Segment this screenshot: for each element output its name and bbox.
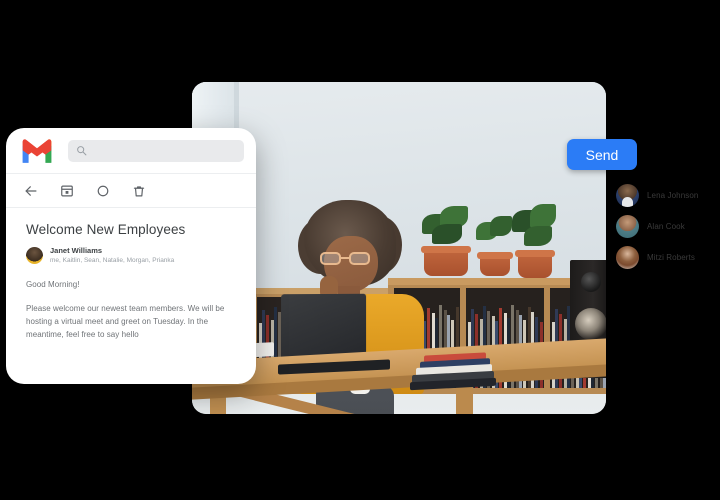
trash-icon[interactable] xyxy=(132,184,146,198)
email-paragraph: Please welcome our newest team members. … xyxy=(26,304,225,340)
circle-icon[interactable] xyxy=(96,184,110,198)
email-paragraph: Good Morning! xyxy=(26,280,80,290)
plant-pot xyxy=(421,246,471,276)
sender-avatar xyxy=(26,247,43,264)
email-subject: Welcome New Employees xyxy=(26,222,186,237)
screenshot-stage: Welcome New Employees Janet Williams me,… xyxy=(0,0,720,500)
gmail-toolbar xyxy=(6,174,256,208)
participant-item[interactable]: Alan Cook xyxy=(616,211,720,242)
sender-info: Janet Williams me, Kaitlin, Sean, Natali… xyxy=(50,246,174,265)
speaker-woofer xyxy=(575,308,606,340)
recipient-list: me, Kaitlin, Sean, Natalie, Morgan, Pria… xyxy=(50,257,175,265)
avatar-mitzi-roberts xyxy=(616,246,639,269)
plant-pot xyxy=(515,250,555,278)
plant-leaves xyxy=(524,226,552,246)
archive-box-icon[interactable] xyxy=(60,184,74,198)
gmail-m-logo xyxy=(22,138,52,163)
arrow-left-icon[interactable] xyxy=(24,184,38,198)
plant-leaves xyxy=(432,224,462,244)
glasses-lens xyxy=(320,252,341,265)
participant-item[interactable]: Mitzi Roberts xyxy=(616,242,720,273)
email-message-text: Good Morning! Please welcome our newest … xyxy=(26,279,238,342)
email-sender-row: Janet Williams me, Kaitlin, Sean, Natali… xyxy=(26,246,238,265)
search-input[interactable] xyxy=(68,139,244,162)
participant-name: Mitzi Roberts xyxy=(647,253,695,262)
participant-name: Alan Cook xyxy=(647,222,685,231)
participant-name: Lena Johnson xyxy=(647,191,699,200)
gmail-window: Welcome New Employees Janet Williams me,… xyxy=(6,128,256,384)
plant-pot xyxy=(477,252,513,276)
participant-item[interactable]: Lena Johnson xyxy=(616,180,720,211)
send-button[interactable]: Send xyxy=(567,139,637,170)
search-icon xyxy=(77,146,87,156)
glasses-lens xyxy=(349,252,370,265)
avatar-lena-johnson xyxy=(616,184,639,207)
avatar-alan-cook xyxy=(616,215,639,238)
participant-list: Lena Johnson Alan Cook Mitzi Roberts xyxy=(616,180,720,273)
plant-leaves xyxy=(530,204,556,228)
sender-name: Janet Williams xyxy=(50,246,103,255)
email-body-area: Welcome New Employees Janet Williams me,… xyxy=(6,208,256,342)
gmail-header xyxy=(6,128,256,174)
speaker-tweeter xyxy=(581,272,601,292)
plant-leaves xyxy=(490,216,512,236)
glasses-icon xyxy=(320,252,372,265)
